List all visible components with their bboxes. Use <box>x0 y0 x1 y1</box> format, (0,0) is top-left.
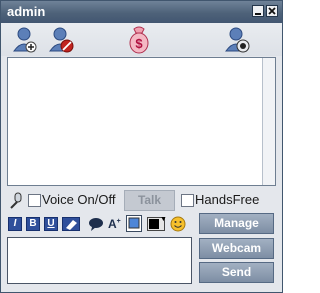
smiley-button[interactable] <box>170 216 186 232</box>
block-user-button[interactable] <box>46 25 76 55</box>
close-icon <box>268 7 276 15</box>
text-color-button[interactable] <box>126 215 142 232</box>
underline-button[interactable]: U <box>44 217 58 231</box>
talk-button[interactable]: Talk <box>124 190 175 211</box>
money-button[interactable]: $ <box>124 25 154 55</box>
toolbar: $ <box>1 23 282 56</box>
minimize-icon <box>255 13 261 15</box>
block-user-icon <box>49 27 74 53</box>
emote-bubble-button[interactable] <box>88 217 104 231</box>
chat-history[interactable] <box>7 57 276 186</box>
send-button[interactable]: Send <box>199 262 274 283</box>
color-palette-icon <box>128 217 140 229</box>
webcam-user-button[interactable] <box>222 25 252 55</box>
chevron-down-icon: ▼ <box>160 216 167 223</box>
speech-bubble-icon <box>89 218 103 231</box>
color-select[interactable]: ▼ <box>147 216 167 231</box>
color-swatch <box>149 219 159 229</box>
webcam-button[interactable]: Webcam <box>199 238 274 259</box>
bold-button[interactable]: B <box>26 217 40 231</box>
eraser-icon <box>66 220 77 230</box>
minimize-button[interactable] <box>252 5 264 17</box>
handsfree-label: HandsFree <box>195 192 260 207</box>
italic-button[interactable]: I <box>8 217 22 231</box>
microphone-icon <box>10 192 22 209</box>
title-bar[interactable]: admin <box>1 1 282 23</box>
money-icon: $ <box>129 26 149 54</box>
voice-onoff-label: Voice On/Off <box>42 192 116 207</box>
manage-button[interactable]: Manage <box>199 213 274 234</box>
chat-window: admin $ Voice On/Off Talk HandsFree I B … <box>0 0 283 293</box>
close-button[interactable] <box>266 5 278 17</box>
font-size-icon: A+ <box>108 217 121 231</box>
message-input[interactable] <box>7 237 192 284</box>
add-user-button[interactable] <box>9 25 39 55</box>
voice-controls: Voice On/Off Talk HandsFree <box>1 189 282 213</box>
add-user-icon <box>13 27 37 53</box>
webcam-user-icon <box>225 27 250 53</box>
smiley-icon <box>170 216 186 232</box>
font-size-button[interactable]: A+ <box>108 217 124 231</box>
voice-onoff-checkbox[interactable] <box>28 194 41 207</box>
eraser-button[interactable] <box>62 217 80 231</box>
handsfree-checkbox[interactable] <box>181 194 194 207</box>
window-title: admin <box>7 4 46 19</box>
svg-text:$: $ <box>135 36 143 51</box>
chat-scrollbar[interactable] <box>262 58 275 185</box>
